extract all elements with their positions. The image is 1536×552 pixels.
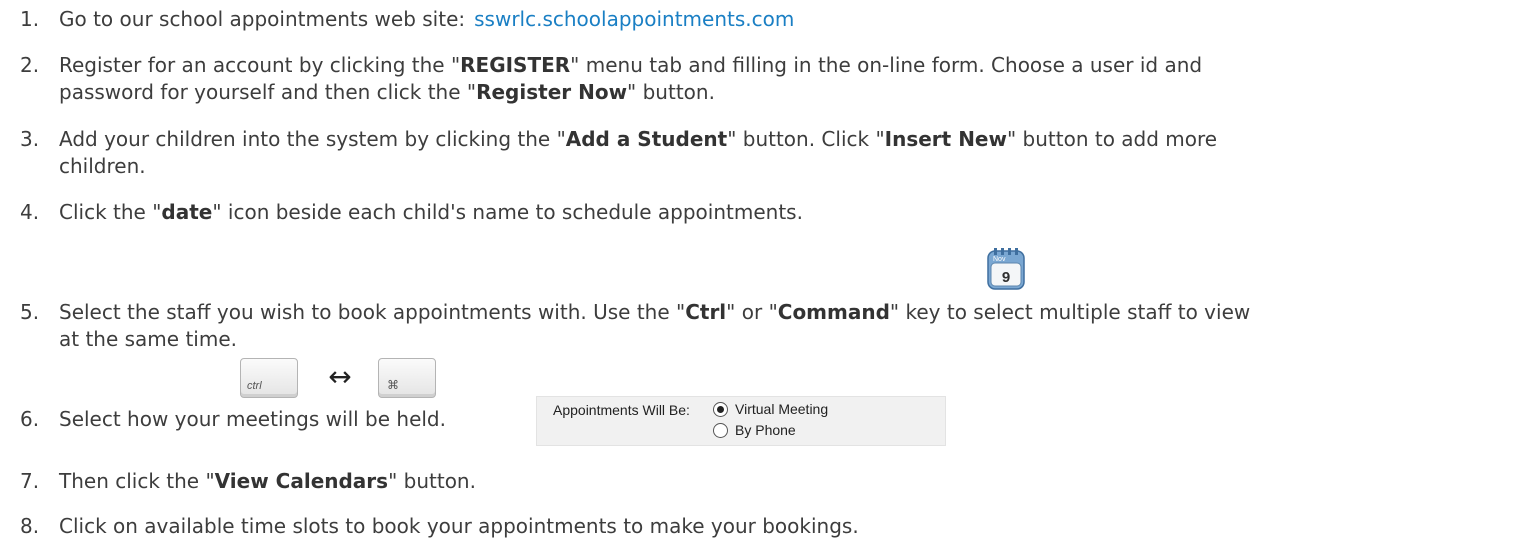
register-tab-label: REGISTER [460,53,571,77]
step-text: password for yourself and then click the [59,80,467,104]
step-text: children. [59,154,146,178]
step-text: Select the staff you wish to book appoin… [59,300,676,324]
step-text: button. [397,469,476,493]
step-number: 1. [20,7,40,31]
register-now-label: Register Now [476,80,628,104]
step-text: Add your children into the system by cli… [59,127,557,151]
insert-new-label: Insert New [884,127,1007,151]
step-number: 8. [20,514,40,538]
virtual-meeting-radio[interactable] [713,401,728,417]
step-text: Click the [59,200,153,224]
step-text: button to add more [1016,127,1218,151]
calendar-icon: Nov 9 [987,248,1025,290]
step-number: 3. [20,127,40,151]
add-student-label: Add a Student [565,127,728,151]
appointments-label: Appointments Will Be: [553,402,690,418]
by-phone-label: By Phone [735,422,796,438]
step-text: button. Click [736,127,876,151]
step-text: button. [636,80,715,104]
command-key-icon: ⌘ [378,358,436,398]
step-text: Go to our school appointments web site: [59,7,466,31]
date-label: date [161,200,213,224]
step-number: 6. [20,407,40,431]
step-text: Click on available time slots to book yo… [59,514,859,538]
virtual-meeting-label: Virtual Meeting [735,401,829,417]
view-calendars-label: View Calendars [214,469,389,493]
by-phone-option[interactable]: By Phone [713,422,796,438]
virtual-meeting-option[interactable]: Virtual Meeting [713,401,828,417]
by-phone-radio[interactable] [713,422,728,438]
appointments-type-selector: Appointments Will Be: Virtual Meeting By… [536,396,946,446]
school-appointments-link[interactable]: sswrlc.schoolappointments.com [474,7,794,31]
step-text: at the same time. [59,327,237,351]
step-number: 2. [20,53,40,77]
left-right-arrow-icon: ↔ [328,360,352,393]
step-text: Then click the [59,469,206,493]
calendar-month: Nov [993,256,1006,263]
command-label: Command [777,300,890,324]
ctrl-label: Ctrl [685,300,727,324]
step-text: or [735,300,769,324]
step-text: Register for an account by clicking the [59,53,451,77]
step-number: 5. [20,300,40,324]
step-text: Select how your meetings will be held. [59,407,446,431]
step-number: 7. [20,469,40,493]
keyboard-keys-illustration: ctrl ↔ ⌘ [240,358,448,400]
step-text: icon beside each child's name to schedul… [221,200,803,224]
calendar-day: 9 [1002,269,1010,286]
step-text: menu tab and filling in the on-line form… [579,53,1203,77]
step-number: 4. [20,200,40,224]
instructions-page: 1. Go to our school appointments web sit… [20,7,1251,538]
step-text: key to select multiple staff to view [899,300,1251,324]
ctrl-key-icon: ctrl [240,358,298,398]
